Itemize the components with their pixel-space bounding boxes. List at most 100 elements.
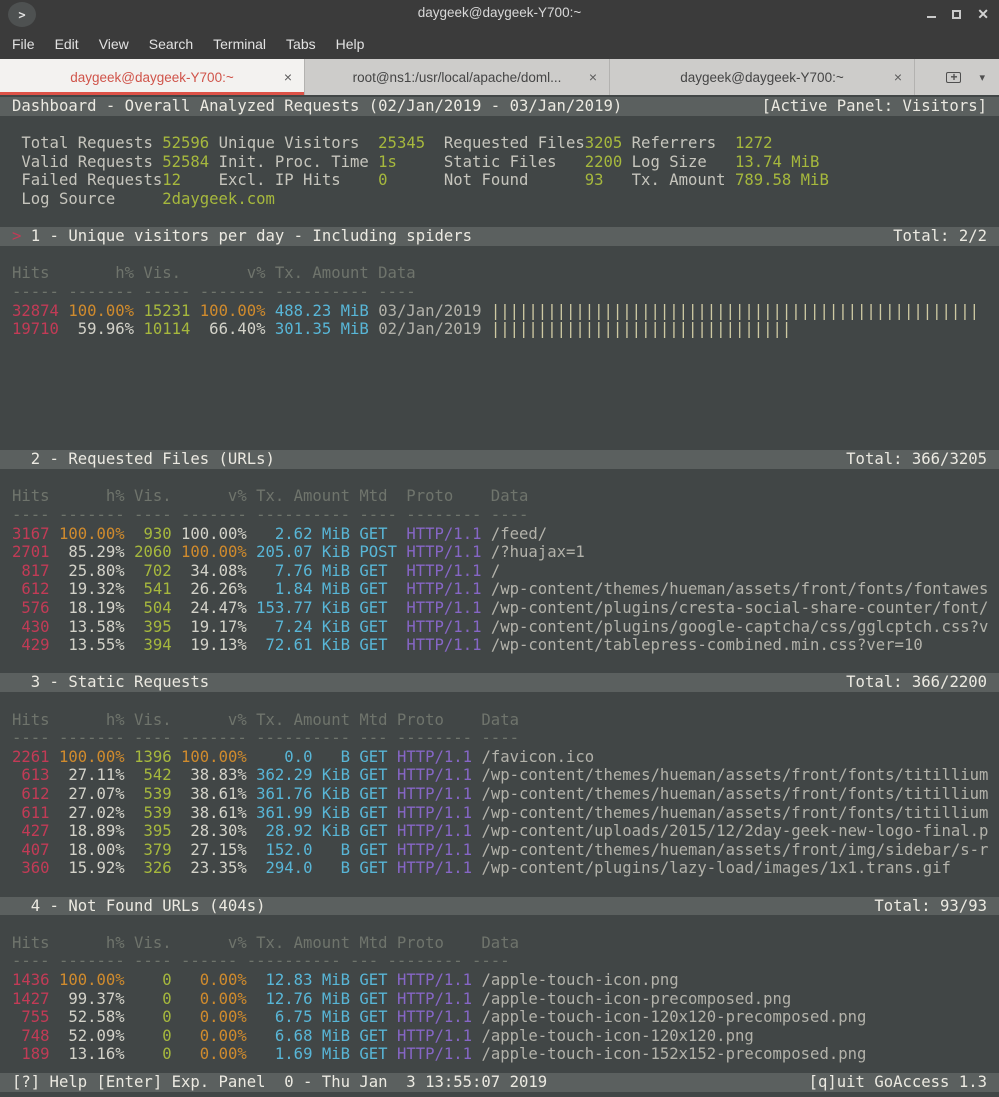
cell-visitors-percent: 24.47% [181,599,247,617]
cell-hits: 189 [12,1045,50,1063]
cell-hits-percent: 18.19% [59,599,125,617]
cell-protocol: HTTP/1.1 [397,748,472,766]
terminal-line [0,878,999,897]
cell-visitors-percent: 0.00% [181,1008,247,1026]
tab-list-dropdown-icon[interactable]: ▾ [979,71,985,84]
table-row: 360 15.92% 326 23.35% 294.0 B GET HTTP/1… [0,859,999,878]
cell-visitors: 395 [134,618,172,636]
cell-data: 03/Jan/2019 [378,302,481,320]
summary-label: Failed Requests [21,171,162,189]
cell-data: /wp-content/plugins/google-captcha/css/g… [491,618,989,636]
tab-1[interactable]: daygeek@daygeek-Y700:~× [0,59,305,95]
panel-header-3-title: 3 - Static Requests [12,673,209,692]
panel-header-4-title: 4 - Not Found URLs (404s) [12,897,266,916]
terminal-line [0,395,999,414]
terminal-line [0,357,999,376]
summary-value: 789.58 MiB [735,171,829,189]
summary-value: 93 [585,171,632,189]
cell-data: /feed/ [491,525,547,543]
close-button[interactable]: ✕ [977,7,989,21]
terminal-line [0,432,999,451]
terminal-line [0,116,999,135]
summary-label: Valid Requests [21,153,162,171]
menu-item-help[interactable]: Help [336,36,365,52]
cell-protocol: HTTP/1.1 [397,766,472,784]
terminal[interactable]: Dashboard - Overall Analyzed Requests (0… [0,95,999,1097]
cell-visitors: 702 [134,562,172,580]
menu-bar: File Edit View Search Terminal Tabs Help [0,28,999,59]
new-tab-icon[interactable]: + [946,72,961,83]
cell-hits-percent: 27.02% [59,804,125,822]
table-row: 1427 99.37% 0 0.00% 12.76 MiB GET HTTP/1… [0,990,999,1009]
cell-visitors: 10114 [143,320,190,338]
cell-visitors-percent: 0.00% [181,990,247,1008]
cell-method: GET [359,562,397,580]
cell-method: GET [359,525,397,543]
menu-item-edit[interactable]: Edit [55,36,79,52]
tab-3[interactable]: daygeek@daygeek-Y700:~× [610,59,915,95]
summary-label: Log Size [632,153,735,171]
cell-visitors: 379 [134,841,172,859]
dashboard-header: Dashboard - Overall Analyzed Requests (0… [0,97,999,116]
cell-tx-amount: 294.0 B [256,859,350,877]
summary-row: Failed Requests12 Excl. IP Hits 0 Not Fo… [0,171,999,190]
cell-protocol: HTTP/1.1 [406,525,481,543]
cell-data: /wp-content/themes/hueman/assets/front/i… [481,841,988,859]
menu-item-tabs[interactable]: Tabs [286,36,316,52]
cell-protocol: HTTP/1.1 [397,785,472,803]
cell-hits: 360 [12,859,50,877]
cell-visitors-percent: 100.00% [181,748,247,766]
cell-visitors: 395 [134,822,172,840]
cell-data: /wp-content/plugins/cresta-social-share-… [491,599,989,617]
column-header-text: Hits h% Vis. v% Tx. Amount Mtd Proto Dat… [12,711,519,729]
panel-header-3-total: Total: 366/2200 [846,673,987,692]
summary-label: Referrers [632,134,735,152]
cell-protocol: HTTP/1.1 [406,562,481,580]
cell-tx-amount: 7.24 KiB [256,618,350,636]
cell-method: GET [359,785,387,803]
cell-hits-percent: 25.80% [59,562,125,580]
status-left: [?] Help [Enter] Exp. Panel 0 - Thu Jan … [12,1073,547,1092]
cell-tx-amount: 6.68 MiB [256,1027,350,1045]
terminal-line [0,339,999,358]
cell-hits-percent: 52.58% [59,1008,125,1026]
cell-tx-amount: 0.0 B [256,748,350,766]
tab-2[interactable]: root@ns1:/usr/local/apache/doml...× [305,59,610,95]
cell-method: GET [359,841,387,859]
menu-item-file[interactable]: File [12,36,35,52]
summary-row: Total Requests 52596 Unique Visitors 253… [0,134,999,153]
menu-item-terminal[interactable]: Terminal [213,36,266,52]
cell-hits: 611 [12,804,50,822]
cell-hits: 407 [12,841,50,859]
title-bar[interactable]: > daygeek@daygeek-Y700:~ ✕ [0,0,999,28]
cell-visitors-percent: 19.17% [181,618,247,636]
maximize-button[interactable] [952,10,961,19]
cell-tx-amount: 301.35 MiB [275,320,369,338]
table-row: 32874 100.00% 15231 100.00% 488.23 MiB 0… [0,302,999,321]
cell-tx-amount: 6.75 MiB [256,1008,350,1026]
cell-visitors: 15231 [143,302,190,320]
cell-protocol: HTTP/1.1 [397,859,472,877]
menu-item-view[interactable]: View [99,36,129,52]
cell-visitors: 539 [134,804,172,822]
cell-method: GET [359,580,397,598]
column-headers: Hits h% Vis. v% Tx. Amount Mtd Proto Dat… [0,934,999,953]
menu-item-search[interactable]: Search [149,36,193,52]
summary-value: 13.74 MiB [735,153,820,171]
cell-method: GET [359,1027,387,1045]
tab-close-icon[interactable]: × [589,69,597,85]
summary-label: Tx. Amount [632,171,735,189]
cell-tx-amount: 1.69 MiB [256,1045,350,1063]
terminal-line [0,246,999,265]
cell-data: /wp-content/uploads/2015/12/2day-geek-ne… [481,822,988,840]
cell-hits-percent: 27.11% [59,766,125,784]
summary-label: Static Files [444,153,585,171]
cell-hits: 612 [12,580,50,598]
cell-hits: 613 [12,766,50,784]
tab-close-icon[interactable]: × [894,69,902,85]
tab-close-icon[interactable]: × [284,69,292,85]
column-headers: Hits h% Vis. v% Tx. Amount Mtd Proto Dat… [0,487,999,506]
cell-data: /wp-content/themes/hueman/assets/front/f… [491,580,989,598]
summary-value: 52584 [162,153,218,171]
minimize-button[interactable] [927,10,936,18]
